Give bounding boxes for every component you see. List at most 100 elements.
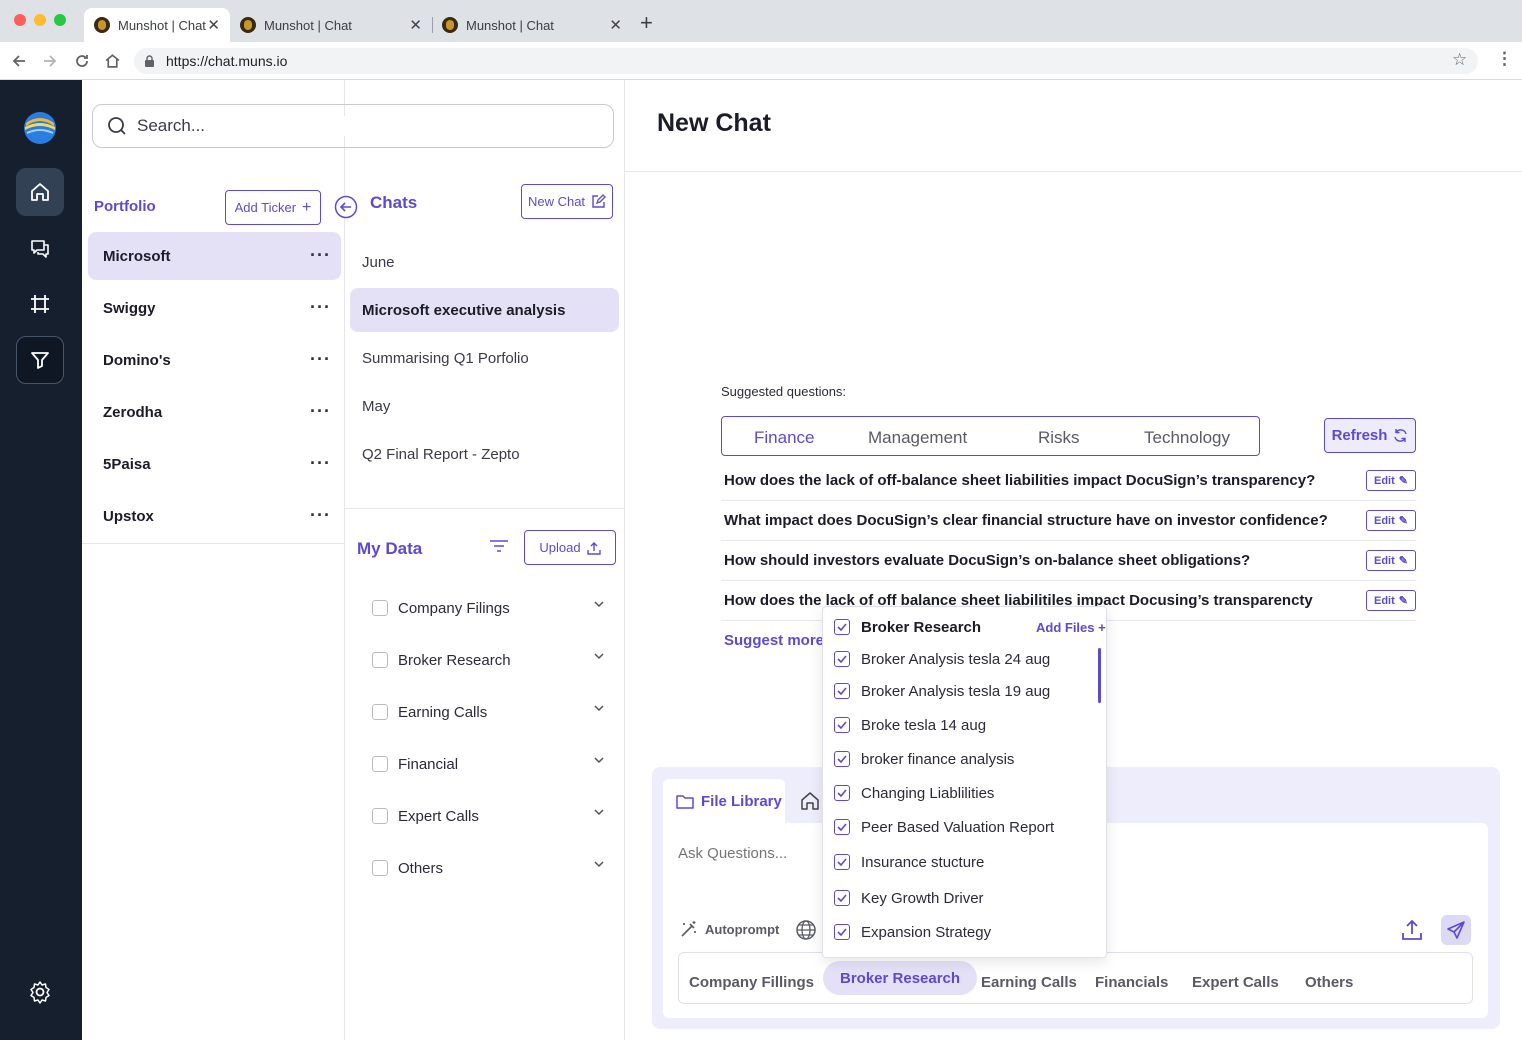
chat-item-summarising-q1[interactable]: Summarising Q1 Porfolio [350,336,619,380]
checkbox[interactable] [372,652,388,668]
data-category-company-filings[interactable]: Company Filings [372,593,610,623]
checkbox-checked-icon[interactable] [834,785,850,801]
collapse-arrow-icon[interactable] [334,195,358,219]
source-tab-earning-calls[interactable]: Earning Calls [981,967,1077,997]
rail-frame-button[interactable] [16,280,64,328]
more-options-icon[interactable]: ··· [310,297,331,318]
suggest-more-link[interactable]: Suggest more [724,632,824,649]
filter-lines-icon[interactable] [489,538,509,554]
checkbox-checked-icon[interactable] [834,924,850,940]
dropdown-file-item[interactable]: Broker Analysis tesla 19 aug [823,674,1098,708]
portfolio-item-upstox[interactable]: Upstox ··· [88,492,341,540]
dropdown-file-item[interactable]: Broke tesla 14 aug [823,708,1098,742]
chat-item-microsoft-executive-analysis[interactable]: Microsoft executive analysis [350,288,619,332]
more-options-icon[interactable]: ··· [310,245,331,266]
portfolio-item-zerodha[interactable]: Zerodha ··· [88,388,341,436]
dropdown-file-item[interactable]: Broker Analysis tesla 24 aug [823,642,1098,676]
source-tab-broker-research[interactable]: Broker Research [823,961,978,995]
chevron-down-icon[interactable] [594,807,604,817]
edit-question-button[interactable]: Edit ✎ [1366,510,1416,531]
close-window-button[interactable] [14,14,26,26]
autoprompt-button[interactable]: Autoprompt [680,920,779,938]
tab-technology[interactable]: Technology [1144,428,1230,448]
edit-question-button[interactable]: Edit ✎ [1366,590,1416,611]
close-tab-icon[interactable]: ✕ [609,16,622,34]
checkbox-checked-icon[interactable] [834,819,850,835]
suggested-question[interactable]: What impact does DocuSign’s clear financ… [721,501,1416,541]
browser-tab-3[interactable]: Munshot | Chat ✕ [432,8,632,42]
data-category-expert-calls[interactable]: Expert Calls [372,801,610,831]
more-options-icon[interactable]: ··· [310,505,331,526]
edit-question-button[interactable]: Edit ✎ [1366,470,1416,491]
dropdown-file-item[interactable]: Changing Liablilities [823,776,1098,810]
search-input[interactable] [137,116,537,136]
chevron-down-icon[interactable] [594,599,604,609]
tab-management[interactable]: Management [868,428,967,448]
checkbox-checked-icon[interactable] [834,683,850,699]
edit-question-button[interactable]: Edit ✎ [1366,550,1416,571]
more-options-icon[interactable]: ··· [310,453,331,474]
tab-risks[interactable]: Risks [1038,428,1080,448]
checkbox[interactable] [372,756,388,772]
checkbox-checked-icon[interactable] [834,619,850,635]
checkbox-checked-icon[interactable] [834,890,850,906]
settings-gear-icon[interactable] [28,980,52,1004]
dropdown-file-item[interactable]: Peer Based Valuation Report [823,810,1098,844]
rail-filter-button[interactable] [16,336,64,384]
close-tab-icon[interactable]: ✕ [409,16,422,34]
upload-button[interactable]: Upload [524,530,616,565]
dropdown-file-item[interactable]: broker finance analysis [823,742,1098,776]
search-box[interactable] [92,104,614,148]
checkbox[interactable] [372,600,388,616]
data-category-financial[interactable]: Financial [372,749,610,779]
chevron-down-icon[interactable] [594,859,604,869]
upload-icon[interactable] [1400,918,1424,942]
portfolio-item-5paisa[interactable]: 5Paisa ··· [88,440,341,488]
globe-icon[interactable] [795,919,817,941]
checkbox[interactable] [372,704,388,720]
minimize-window-button[interactable] [34,14,46,26]
dropdown-file-item[interactable]: Key Growth Driver [823,881,1098,915]
dropdown-scrollbar[interactable] [1098,648,1101,703]
data-category-broker-research[interactable]: Broker Research [372,645,610,675]
close-tab-icon[interactable]: ✕ [207,16,220,34]
portfolio-item-swiggy[interactable]: Swiggy ··· [88,284,341,332]
maximize-window-button[interactable] [54,14,66,26]
browser-menu-icon[interactable]: ⋮ [1496,49,1513,69]
portfolio-item-dominos[interactable]: Domino's ··· [88,336,341,384]
file-library-tab[interactable]: File Library [663,779,785,823]
suggested-question[interactable]: How should investors evaluate DocuSign’s… [721,541,1416,581]
portfolio-item-microsoft[interactable]: Microsoft ··· [88,232,341,280]
refresh-button[interactable]: Refresh [1324,418,1416,453]
checkbox[interactable] [372,808,388,824]
more-options-icon[interactable]: ··· [310,349,331,370]
chevron-down-icon[interactable] [594,703,604,713]
source-tab-expert-calls[interactable]: Expert Calls [1192,967,1279,997]
forward-icon[interactable] [42,53,58,69]
source-tab-financials[interactable]: Financials [1095,967,1168,997]
source-tab-others[interactable]: Others [1305,967,1353,997]
browser-tab-1[interactable]: Munshot | Chat ✕ [84,8,230,42]
add-ticker-button[interactable]: Add Ticker + [225,190,321,225]
more-options-icon[interactable]: ··· [310,401,331,422]
tab-finance[interactable]: Finance [754,428,814,448]
checkbox[interactable] [372,860,388,876]
chat-item-q2-final-report[interactable]: Q2 Final Report - Zepto [350,432,619,476]
rail-chat-button[interactable] [16,224,64,272]
chat-group-may[interactable]: May [350,384,619,428]
chevron-down-icon[interactable] [594,755,604,765]
reload-icon[interactable] [74,53,90,69]
home-icon[interactable] [800,791,820,811]
new-chat-button[interactable]: New Chat [521,184,613,219]
data-category-others[interactable]: Others [372,853,610,883]
checkbox-checked-icon[interactable] [834,651,850,667]
app-logo-icon[interactable] [23,111,57,145]
source-tab-company-fillings[interactable]: Company Fillings [689,967,814,997]
checkbox-checked-icon[interactable] [834,717,850,733]
chevron-down-icon[interactable] [594,651,604,661]
add-files-link[interactable]: Add Files + [1036,620,1106,635]
bookmark-star-icon[interactable]: ☆ [1452,50,1467,70]
checkbox-checked-icon[interactable] [834,854,850,870]
new-tab-icon[interactable]: + [640,10,653,36]
chat-group-june[interactable]: June [350,240,619,284]
